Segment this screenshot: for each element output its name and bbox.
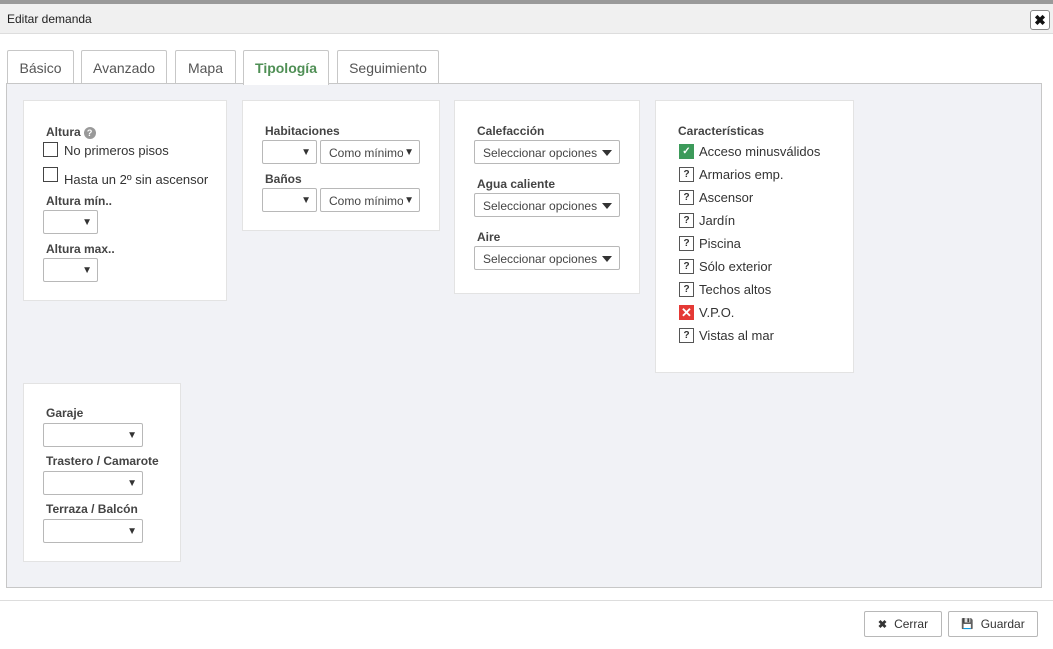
calefaccion-placeholder: Seleccionar opciones xyxy=(483,146,598,160)
altura-label-text: Altura xyxy=(46,125,81,139)
chevron-down-icon: ▼ xyxy=(82,265,92,276)
aire-placeholder: Seleccionar opciones xyxy=(483,252,598,266)
tristate-unknown-icon[interactable]: ? xyxy=(679,167,694,182)
tristate-unknown-icon[interactable]: ? xyxy=(679,328,694,343)
tab-seguimiento[interactable]: Seguimiento xyxy=(337,50,439,84)
caret-down-icon xyxy=(602,150,612,156)
altura-max-select[interactable]: ▼ xyxy=(43,258,98,282)
habitaciones-modifier-value: Como mínimo xyxy=(329,146,403,160)
terraza-label: Terraza / Balcón xyxy=(46,502,138,516)
feature-label-vpo: V.P.O. xyxy=(699,305,735,320)
tristate-unknown-icon[interactable]: ? xyxy=(679,213,694,228)
trastero-label: Trastero / Camarote xyxy=(46,454,159,468)
tristate-cross-icon[interactable]: ✕ xyxy=(679,305,694,320)
calefaccion-label: Calefacción xyxy=(477,124,545,138)
tristate-unknown-icon[interactable]: ? xyxy=(679,259,694,274)
no-primeros-pisos-label: No primeros pisos xyxy=(64,143,169,158)
hasta-segundo-checkbox[interactable] xyxy=(43,167,58,182)
hasta-segundo-label: Hasta un 2º sin ascensor xyxy=(64,172,209,187)
chevron-down-icon: ▼ xyxy=(82,217,92,228)
altura-min-select[interactable]: ▼ xyxy=(43,210,98,234)
agua-caliente-select[interactable]: Seleccionar opciones xyxy=(474,193,620,217)
banos-modifier-value: Como mínimo xyxy=(329,194,403,208)
feature-label-jardin: Jardín xyxy=(699,213,736,228)
feature-label-armarios: Armarios emp. xyxy=(699,167,784,182)
trastero-select[interactable]: ▼ xyxy=(43,471,143,495)
terraza-select[interactable]: ▼ xyxy=(43,519,143,543)
cerrar-button[interactable]: ✖ Cerrar xyxy=(864,611,942,637)
caret-down-icon xyxy=(602,256,612,262)
no-primeros-pisos-checkbox[interactable] xyxy=(43,142,58,157)
close-dialog-button[interactable]: ✖ xyxy=(1030,10,1050,30)
guardar-button[interactable]: 💾 Guardar xyxy=(948,611,1038,637)
feature-label-vistas-al-mar: Vistas al mar xyxy=(699,328,774,343)
agua-caliente-label: Agua caliente xyxy=(477,177,556,191)
tristate-unknown-icon[interactable]: ? xyxy=(679,236,694,251)
habitaciones-banos-section: Habitaciones ▼ Como mínimo ▼ Baños ▼ Com… xyxy=(242,100,440,231)
chevron-down-icon: ▼ xyxy=(301,195,311,206)
chevron-down-icon: ▼ xyxy=(404,195,414,206)
chevron-down-icon: ▼ xyxy=(127,430,137,441)
guardar-button-label: Guardar xyxy=(980,617,1025,631)
chevron-down-icon: ▼ xyxy=(301,147,311,158)
cerrar-button-label: Cerrar xyxy=(894,617,929,631)
tab-mapa[interactable]: Mapa xyxy=(175,50,236,84)
habitaciones-label: Habitaciones xyxy=(265,124,340,138)
caret-down-icon xyxy=(602,203,612,209)
feature-label-ascensor: Ascensor xyxy=(699,190,754,205)
habitaciones-select[interactable]: ▼ xyxy=(262,140,317,164)
close-icon: ✖ xyxy=(1034,12,1046,28)
instalaciones-section: Calefacción Seleccionar opciones Agua ca… xyxy=(454,100,640,294)
tab-basico[interactable]: Básico xyxy=(7,50,74,84)
anexos-section: Garaje ▼ Trastero / Camarote ▼ Terraza /… xyxy=(23,383,181,562)
close-icon: ✖ xyxy=(877,618,888,631)
feature-label-acceso-minusvalidos: Acceso minusválidos xyxy=(699,144,821,159)
banos-label: Baños xyxy=(265,172,302,186)
altura-section: Altura? No primeros pisos Hasta un 2º si… xyxy=(23,100,227,301)
save-icon: 💾 xyxy=(961,618,974,630)
tristate-unknown-icon[interactable]: ? xyxy=(679,190,694,205)
footer-divider xyxy=(0,600,1053,601)
dialog-title: Editar demanda xyxy=(7,12,92,26)
tab-panel-tipologia: Altura? No primeros pisos Hasta un 2º si… xyxy=(6,83,1042,588)
banos-modifier-select[interactable]: Como mínimo ▼ xyxy=(320,188,420,212)
feature-label-solo-exterior: Sólo exterior xyxy=(699,259,772,274)
garaje-select[interactable]: ▼ xyxy=(43,423,143,447)
tab-tipologia[interactable]: Tipología xyxy=(243,50,329,85)
tristate-unknown-icon[interactable]: ? xyxy=(679,282,694,297)
caracteristicas-section: Características ✓ Acceso minusválidos ? … xyxy=(655,100,854,373)
habitaciones-modifier-select[interactable]: Como mínimo ▼ xyxy=(320,140,420,164)
tab-avanzado[interactable]: Avanzado xyxy=(81,50,167,84)
aire-label: Aire xyxy=(477,230,501,244)
altura-max-label: Altura max.. xyxy=(46,242,115,256)
feature-label-techos-altos: Techos altos xyxy=(699,282,772,297)
feature-label-piscina: Piscina xyxy=(699,236,741,251)
aire-select[interactable]: Seleccionar opciones xyxy=(474,246,620,270)
calefaccion-select[interactable]: Seleccionar opciones xyxy=(474,140,620,164)
help-icon[interactable]: ? xyxy=(83,127,96,139)
chevron-down-icon: ▼ xyxy=(404,147,414,158)
altura-min-label: Altura mín.. xyxy=(46,194,113,208)
chevron-down-icon: ▼ xyxy=(127,478,137,489)
banos-select[interactable]: ▼ xyxy=(262,188,317,212)
dialog-titlebar: Editar demanda ✖ xyxy=(0,4,1053,34)
altura-label: Altura? xyxy=(46,125,96,139)
caracteristicas-label: Características xyxy=(678,124,765,138)
chevron-down-icon: ▼ xyxy=(127,526,137,537)
garaje-label: Garaje xyxy=(46,406,84,420)
agua-caliente-placeholder: Seleccionar opciones xyxy=(483,199,598,213)
tristate-check-icon[interactable]: ✓ xyxy=(679,144,694,159)
